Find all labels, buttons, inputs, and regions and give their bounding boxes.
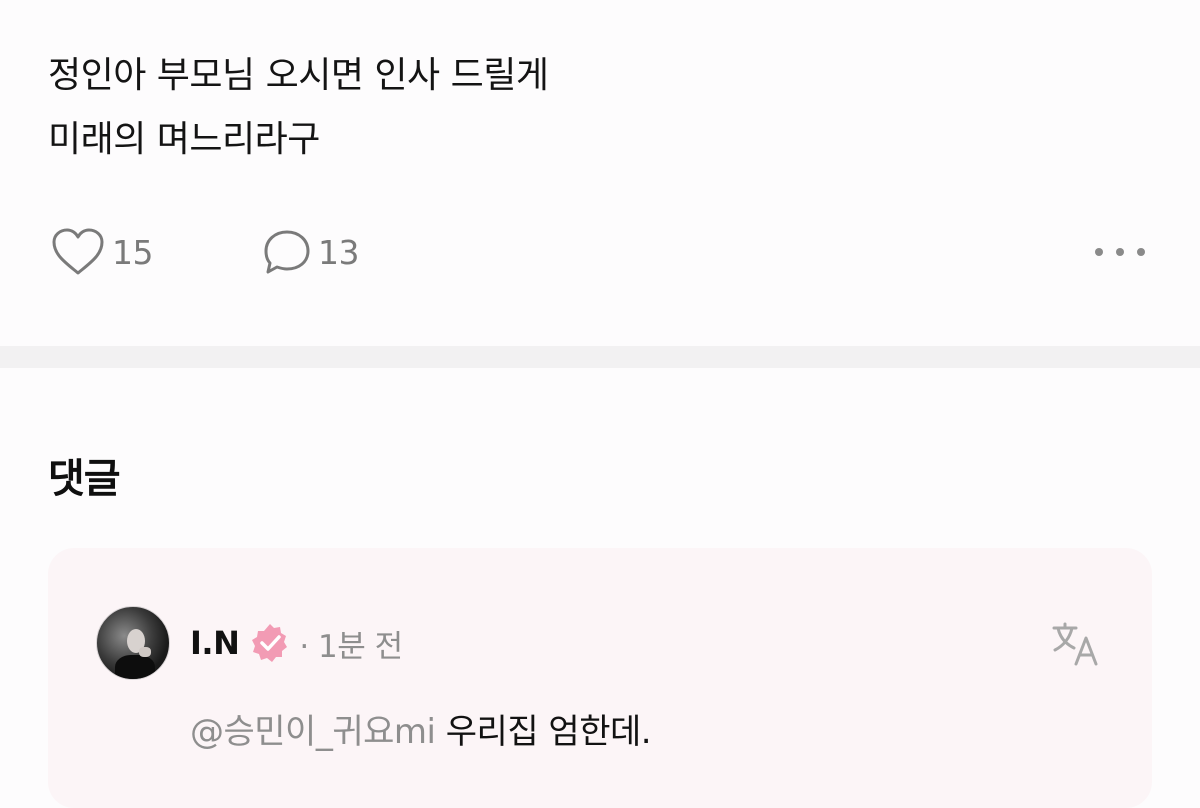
comments-section-title: 댓글 — [48, 456, 121, 502]
comment-author-name[interactable]: I.N — [190, 624, 240, 662]
translate-icon — [1052, 622, 1098, 666]
avatar[interactable] — [96, 606, 170, 680]
comment-mention[interactable]: @승민이_귀요mi — [190, 712, 436, 752]
speech-bubble-icon — [264, 230, 310, 274]
comment-count: 13 — [318, 232, 360, 272]
comment-button[interactable]: 13 — [262, 224, 360, 280]
section-divider — [0, 346, 1200, 368]
comment-body: 우리집 엄한데. — [445, 712, 652, 752]
post-text-line-1: 정인아 부모님 오시면 인사 드릴게 — [48, 55, 549, 96]
verified-badge-icon — [249, 622, 291, 664]
post-text-line-2: 미래의 며느리라구 — [48, 119, 320, 160]
more-options-button[interactable] — [1095, 238, 1145, 266]
more-horizontal-icon — [1137, 248, 1145, 256]
comment-text: @승민이_귀요mi 우리집 엄한데. — [190, 704, 652, 753]
comment-author-row: I.N · 1분 전 — [190, 618, 403, 668]
more-horizontal-icon — [1095, 248, 1103, 256]
post-body: 정인아 부모님 오시면 인사 드릴게 미래의 며느리라구 — [48, 44, 549, 172]
post-actions: 15 13 — [50, 224, 1145, 280]
like-button[interactable]: 15 — [50, 224, 154, 280]
heart-outline-icon — [52, 228, 104, 275]
more-horizontal-icon — [1116, 248, 1124, 256]
comment-card: I.N · 1분 전 @승민이_귀요mi 우리집 엄한데. — [48, 548, 1152, 808]
comment-timestamp: · 1분 전 — [299, 628, 403, 665]
like-count: 15 — [112, 232, 154, 272]
translate-button[interactable] — [1050, 618, 1102, 670]
